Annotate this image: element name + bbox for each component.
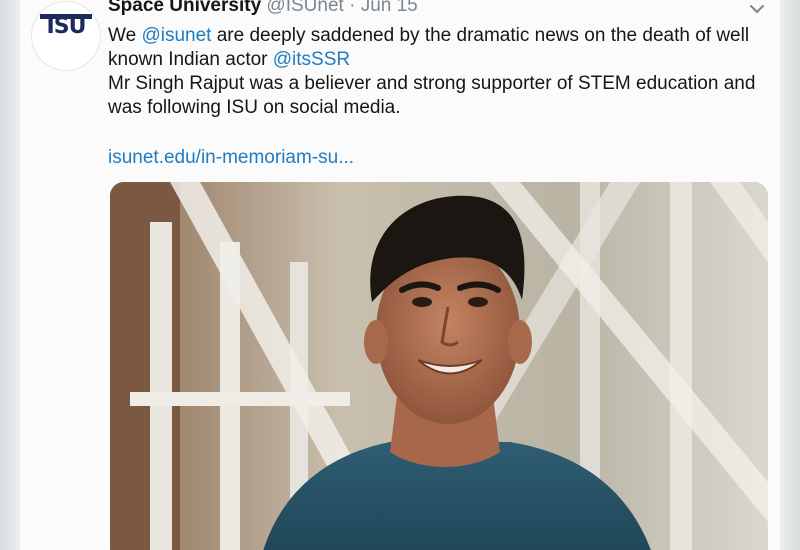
chevron-down-icon[interactable] [748, 2, 766, 16]
avatar[interactable]: ISU [32, 2, 100, 70]
tweet-body: We @isunet are deeply saddened by the dr… [108, 24, 768, 120]
separator-dot: · [349, 0, 356, 16]
tweet-paragraph-2: Mr Singh Rajput was a believer and stron… [108, 73, 756, 118]
text-segment: We [108, 25, 142, 46]
display-name[interactable]: Space University [108, 0, 261, 16]
photo-illustration [110, 182, 768, 550]
isu-logo: ISU [46, 14, 87, 39]
tweet-date[interactable]: Jun 15 [361, 0, 418, 16]
background-left [0, 0, 20, 550]
user-handle[interactable]: @ISUnet [266, 0, 343, 16]
tweet-header: Space University @ISUnet · Jun 15 [108, 0, 418, 18]
tweet-photo[interactable] [110, 182, 768, 550]
mention-itsssr[interactable]: @itsSSR [273, 49, 350, 70]
background-right [780, 0, 800, 550]
mention-isunet[interactable]: @isunet [141, 25, 211, 46]
tweet-card[interactable]: ISU Space University @ISUnet · Jun 15 We… [20, 0, 780, 550]
tweet-link[interactable]: isunet.edu/in-memoriam-su... [108, 146, 354, 170]
tweet-paragraph-1: We @isunet are deeply saddened by the dr… [108, 24, 768, 72]
